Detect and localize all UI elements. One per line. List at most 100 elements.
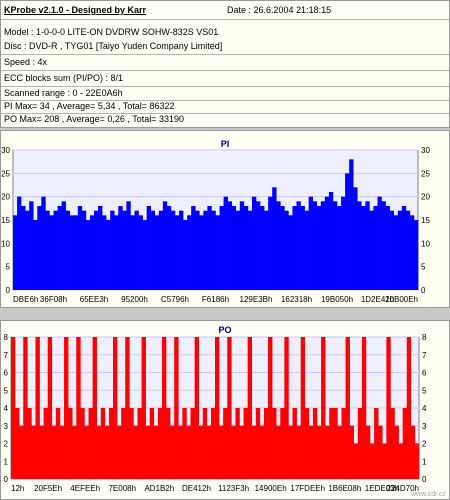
po-bar <box>341 408 346 479</box>
pi-xtick: 129E3Bh <box>240 295 273 304</box>
po-ytick-right: 3 <box>422 422 427 431</box>
pi-bar <box>268 196 273 290</box>
pi-bar <box>341 196 346 290</box>
pi-ytick-left: 25 <box>1 169 10 178</box>
pi-bar <box>81 210 87 290</box>
po-bar <box>325 425 330 479</box>
po-bar <box>251 425 257 479</box>
po-xtick: 12h <box>11 484 24 493</box>
pi-ytick-left: 0 <box>6 286 11 295</box>
pi-ytick-left: 30 <box>1 146 10 155</box>
pi-xtick: F6186h <box>202 295 229 304</box>
pi-bar <box>284 210 289 290</box>
po-bar <box>125 337 130 479</box>
pi-bar <box>223 196 228 290</box>
pi-bar <box>219 206 224 290</box>
po-bar <box>161 337 167 479</box>
pi-bar <box>199 215 204 290</box>
pi-xtick: C5796h <box>161 295 189 304</box>
pi-bar <box>413 220 419 290</box>
po-xtick: 20F5Eh <box>34 484 62 493</box>
po-xtick: AD1B2h <box>144 484 174 493</box>
po-bar <box>268 337 273 479</box>
po-bar <box>157 408 163 479</box>
po-bar <box>292 408 297 479</box>
pi-bar <box>21 206 26 290</box>
po-bar <box>11 337 16 479</box>
pi-bar <box>328 192 334 290</box>
po-bar <box>137 408 142 479</box>
pi-bar <box>122 210 127 290</box>
po-ytick-right: 8 <box>422 333 427 342</box>
pi-bar <box>227 201 232 290</box>
pi-bar <box>316 206 322 290</box>
pi-bar <box>29 201 34 290</box>
pi-bar <box>304 210 309 290</box>
po-bar <box>178 425 183 479</box>
pi-xtick: 65EE3h <box>80 295 108 304</box>
pi-bar <box>130 215 135 290</box>
pi-bar <box>191 206 196 290</box>
pi-bar <box>389 210 394 290</box>
po-xtick: 1123F3h <box>218 484 249 493</box>
disc-line: Disc : DVD-R , TYG01 [Taiyo Yuden Compan… <box>4 41 223 51</box>
pi-xtick: 20B00Eh <box>385 295 418 304</box>
pi-bar <box>393 215 399 290</box>
scan-date: Date : 26.6.2004 21:18:15 <box>227 5 332 15</box>
po-bar <box>243 408 248 479</box>
po-ytick-left: 4 <box>4 404 9 413</box>
po-bar <box>198 425 204 479</box>
po-bar <box>345 337 350 479</box>
po-bar <box>402 408 408 479</box>
pi-bar <box>401 206 407 290</box>
pi-bar <box>260 206 265 290</box>
po-bar <box>276 425 281 479</box>
pi-bar <box>170 210 176 290</box>
po-bar <box>394 425 399 479</box>
pi-bar <box>272 187 277 290</box>
po-bar <box>47 337 53 479</box>
app-title: KProbe v2.1.0 - Designed by Karr <box>4 5 147 15</box>
po-bar <box>121 408 126 479</box>
po-bar <box>108 408 114 479</box>
pi-bar <box>324 196 330 290</box>
po-bar <box>64 337 69 479</box>
ecc-line: ECC blocks sum (PI/PO) : 8/1 <box>4 73 124 83</box>
pi-ytick-right: 10 <box>421 239 430 248</box>
po-bar <box>15 408 20 479</box>
po-bar <box>194 337 199 479</box>
po-xtick: 7E008h <box>108 484 136 493</box>
pi-bar <box>215 215 220 290</box>
po-bar <box>100 408 106 479</box>
pi-bar <box>211 210 216 290</box>
po-xtick: DE412h <box>182 484 211 493</box>
po-bar <box>231 425 236 479</box>
po-bar <box>337 425 342 479</box>
po-bar <box>365 425 371 479</box>
info-panel: KProbe v2.1.0 - Designed by Karr Date : … <box>0 0 450 128</box>
pi-bar <box>154 215 160 290</box>
speed-line: Speed : 4x <box>4 57 48 67</box>
pi-bar <box>166 206 172 290</box>
pi-bar <box>158 210 164 290</box>
po-bar <box>35 337 40 479</box>
po-ytick-left: 7 <box>4 351 9 360</box>
pi-xtick: DBE6h <box>13 295 38 304</box>
po-xtick: 1B6E08h <box>328 484 361 493</box>
pi-ytick-left: 20 <box>1 193 10 202</box>
pi-bar <box>264 210 269 290</box>
pi-bar <box>357 201 362 290</box>
po-bar <box>410 425 416 479</box>
po-ytick-right: 2 <box>422 440 427 449</box>
po-bar <box>149 408 155 479</box>
po-bar <box>51 425 57 479</box>
po-xtick: 14900Eh <box>255 484 287 493</box>
po-stats-line: PO Max= 208 , Average= 0,26 , Total= 331… <box>4 114 185 124</box>
pi-bar <box>77 206 83 290</box>
pi-ytick-left: 5 <box>6 263 11 272</box>
pi-bar <box>405 210 411 290</box>
pi-bar <box>25 210 30 290</box>
pi-bar <box>239 201 245 290</box>
pi-bar <box>98 206 103 290</box>
pi-bar <box>61 201 66 290</box>
